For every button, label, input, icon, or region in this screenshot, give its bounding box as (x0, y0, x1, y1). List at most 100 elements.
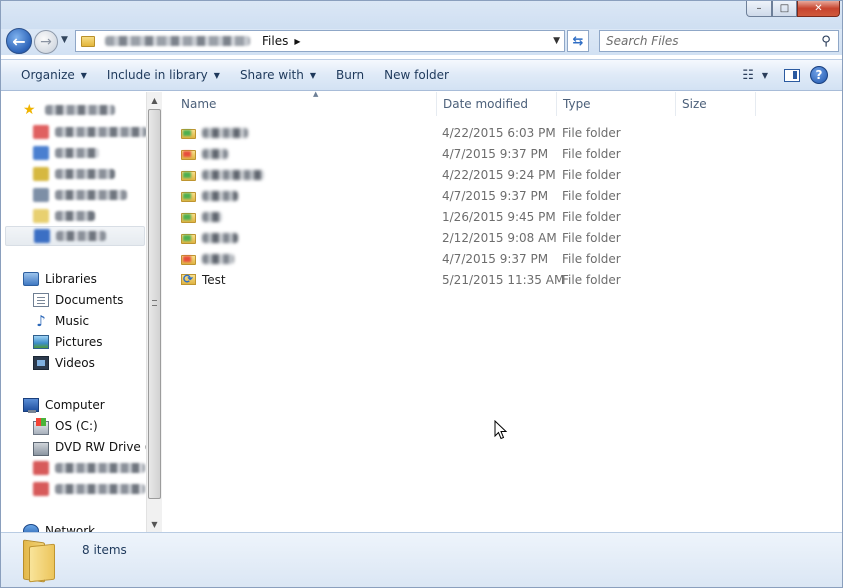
refresh-button[interactable]: ⇆ (567, 30, 589, 52)
minimize-button[interactable]: – (746, 1, 772, 17)
file-name-redacted (202, 253, 234, 264)
nav-item-os-c[interactable]: OS (C:) (33, 416, 146, 436)
table-row[interactable]: 4/7/2015 9:37 PM File folder (175, 143, 675, 164)
share-with-button[interactable]: Share with ▼ (230, 63, 326, 87)
nav-item-dvd-drive[interactable]: DVD RW Drive (D (33, 437, 146, 457)
include-in-library-button[interactable]: Include in library ▼ (97, 63, 230, 87)
column-label: Type (563, 97, 591, 111)
nav-item-redacted[interactable] (33, 479, 146, 499)
windows-drive-icon (33, 420, 49, 435)
file-date: 4/7/2015 9:37 PM (442, 251, 549, 266)
folder-icon (181, 190, 196, 202)
file-date: 4/22/2015 6:03 PM (442, 125, 556, 140)
breadcrumb-files[interactable]: Files (262, 34, 288, 48)
nav-item-network[interactable]: Network (23, 521, 146, 532)
redacted-icon (33, 167, 49, 181)
organize-button[interactable]: Organize ▼ (11, 63, 97, 87)
change-view-button[interactable]: ☷ ▼ (736, 63, 774, 87)
nav-item-libraries[interactable]: Libraries (23, 269, 146, 289)
nav-label-redacted (56, 231, 106, 241)
file-name-redacted (202, 127, 248, 138)
scrollbar-thumb[interactable] (148, 109, 161, 499)
details-pane: 8 items (1, 532, 842, 587)
refresh-icon: ⇆ (572, 33, 584, 49)
address-history-dropdown[interactable]: ▼ (553, 36, 560, 46)
address-bar[interactable]: Files ▶ ▼ (75, 30, 565, 52)
file-type: File folder (562, 230, 621, 245)
breadcrumb-chevron-icon[interactable]: ▶ (294, 37, 300, 46)
nav-item-redacted[interactable] (33, 122, 146, 142)
file-name-cell (181, 232, 238, 244)
nav-label-redacted (55, 148, 99, 158)
scroll-up-arrow-icon[interactable]: ▲ (147, 92, 162, 108)
arrow-right-icon: → (40, 34, 52, 50)
column-header-name[interactable]: Name ▲ (175, 90, 437, 116)
nav-item-pictures[interactable]: Pictures (33, 332, 146, 352)
network-icon (23, 524, 39, 532)
column-header-date[interactable]: Date modified (437, 92, 557, 116)
sort-ascending-icon: ▲ (313, 90, 319, 98)
redacted-icon (33, 125, 49, 139)
nav-item-redacted[interactable] (33, 458, 146, 478)
column-label: Name (181, 97, 217, 111)
table-row[interactable]: ⟳ Test 5/21/2015 11:35 AM File folder (175, 269, 675, 290)
file-name-cell (181, 169, 264, 181)
nav-item-favorites[interactable]: ★ (23, 100, 146, 120)
file-date: 4/22/2015 9:24 PM (442, 167, 556, 182)
grip-icon (152, 300, 157, 306)
nav-item-computer[interactable]: Computer (23, 395, 146, 415)
search-input[interactable] (600, 32, 818, 50)
column-header-type[interactable]: Type (557, 92, 676, 116)
recent-pages-dropdown[interactable]: ▼ (61, 35, 68, 45)
file-date: 2/12/2015 9:08 AM (442, 230, 557, 245)
nav-label: Libraries (45, 272, 97, 286)
item-count: 8 items (82, 543, 127, 557)
preview-pane-icon[interactable] (784, 68, 800, 82)
chevron-down-icon: ▼ (309, 70, 316, 80)
close-button[interactable]: ✕ (797, 1, 840, 17)
burn-button[interactable]: Burn (326, 63, 374, 87)
explorer-window: – □ ✕ ← → ▼ Files ▶ ▼ ⇆ ⚲ Organize ▼ Incl… (0, 0, 843, 588)
table-row[interactable]: 2/12/2015 9:08 AM File folder (175, 227, 675, 248)
file-name-redacted (202, 211, 222, 222)
file-date: 1/26/2015 9:45 PM (442, 209, 556, 224)
nav-item-documents[interactable]: Documents (33, 290, 146, 310)
libraries-icon (23, 272, 39, 286)
table-row[interactable]: 4/22/2015 9:24 PM File folder (175, 164, 675, 185)
maximize-button[interactable]: □ (772, 1, 797, 17)
forward-button[interactable]: → (34, 30, 58, 54)
nav-item-videos[interactable]: Videos (33, 353, 146, 373)
back-button[interactable]: ← (6, 28, 32, 54)
music-icon: ♪ (36, 312, 46, 330)
nav-item-redacted[interactable] (33, 143, 146, 163)
details-view-icon: ☷ (742, 67, 754, 83)
mouse-cursor-icon (494, 420, 508, 440)
file-date: 5/21/2015 11:35 AM (442, 272, 565, 287)
folder-icon (181, 232, 196, 244)
nav-label-redacted (45, 105, 115, 115)
table-row[interactable]: 4/7/2015 9:37 PM File folder (175, 248, 675, 269)
table-row[interactable]: 1/26/2015 9:45 PM File folder (175, 206, 675, 227)
file-name: Test (202, 272, 226, 287)
file-type: File folder (562, 188, 621, 203)
table-row[interactable]: 4/22/2015 6:03 PM File folder (175, 122, 675, 143)
scroll-down-arrow-icon[interactable]: ▼ (147, 516, 162, 532)
organize-label: Organize (21, 68, 75, 82)
file-name-cell (181, 127, 248, 139)
address-path-redacted (105, 36, 250, 46)
include-in-library-label: Include in library (106, 68, 208, 82)
search-box: ⚲ (599, 30, 839, 52)
chevron-down-icon: ▼ (761, 70, 768, 80)
nav-item-redacted[interactable] (33, 206, 146, 226)
nav-item-selected-redacted[interactable] (5, 226, 145, 246)
folder-icon (181, 211, 196, 223)
table-row[interactable]: 4/7/2015 9:37 PM File folder (175, 185, 675, 206)
nav-item-redacted[interactable] (33, 185, 146, 205)
search-icon[interactable]: ⚲ (818, 34, 834, 49)
nav-item-music[interactable]: ♪ Music (33, 311, 146, 331)
nav-item-redacted[interactable] (33, 164, 146, 184)
new-folder-button[interactable]: New folder (374, 63, 459, 87)
column-header-size[interactable]: Size (676, 92, 756, 116)
nav-scrollbar[interactable]: ▲ ▼ (146, 92, 162, 532)
help-icon[interactable]: ? (810, 66, 828, 84)
